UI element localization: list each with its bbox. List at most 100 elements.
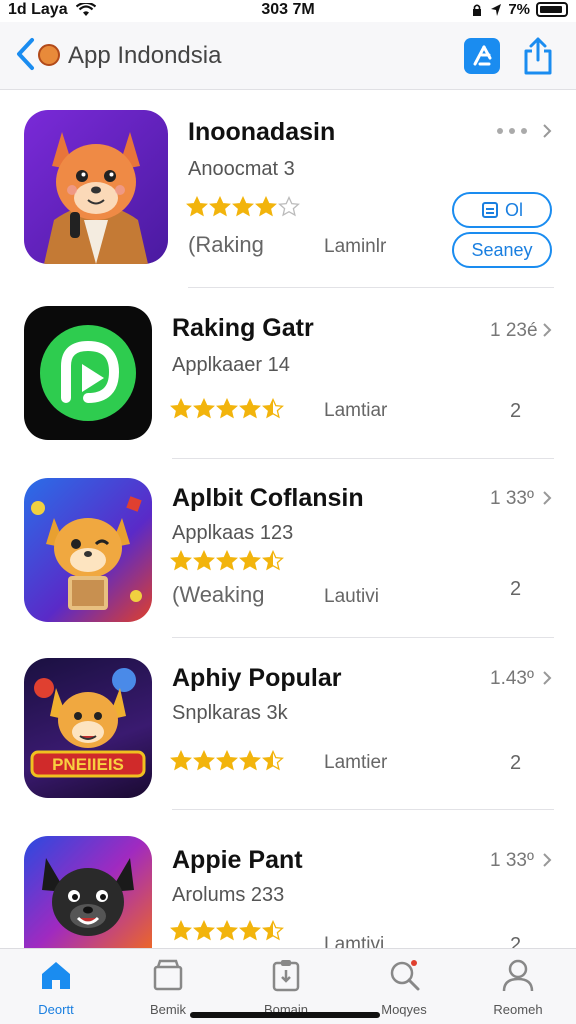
app-name: Aphiy Popular xyxy=(172,664,342,692)
app-icon xyxy=(24,836,152,956)
app-name: Appie Pant xyxy=(172,846,303,874)
star-rating xyxy=(186,196,300,218)
location-icon xyxy=(491,3,502,16)
app-row[interactable]: Inoonadasin Anoocmat 3 (Raking Laminlr O… xyxy=(0,92,576,288)
star-icon xyxy=(209,196,231,217)
right-value: 1.43º xyxy=(490,668,534,689)
meta-label: Lamtiar xyxy=(324,400,388,421)
star-icon xyxy=(170,750,192,771)
star-icon xyxy=(239,750,261,771)
green-play-logo-icon xyxy=(40,325,136,421)
chevron-right-icon xyxy=(543,124,552,138)
secondary-button[interactable]: Seaney xyxy=(452,232,552,268)
star-icon xyxy=(170,398,192,419)
star-icon xyxy=(239,920,261,941)
app-row[interactable]: Raking Gatr Applkaaer 14 Lamtiar 1 23é 2 xyxy=(0,288,576,462)
star-icon xyxy=(239,398,261,419)
home-indicator xyxy=(190,1012,380,1018)
more-dots-icon[interactable] xyxy=(496,126,536,136)
meta-label: Lautivi xyxy=(324,586,379,607)
home-icon xyxy=(42,962,70,989)
star-icon xyxy=(232,196,254,217)
app-icon xyxy=(24,306,152,440)
status-right: 7% xyxy=(470,1,568,18)
chevron-right-icon xyxy=(543,853,552,867)
rank-label: (Raking xyxy=(188,232,264,257)
app-subtitle: Anoocmat 3 xyxy=(188,158,295,180)
right-value: 1 33º xyxy=(490,488,534,509)
star-icon xyxy=(262,550,284,571)
get-button-label: Ol xyxy=(505,199,523,220)
popular-game-mascot-icon: PNEIIEIS xyxy=(30,668,146,778)
star-icon xyxy=(278,196,300,217)
star-icon xyxy=(262,398,284,419)
app-subtitle: Applkaaer 14 xyxy=(172,354,290,376)
share-icon[interactable] xyxy=(522,36,554,76)
battery-percent: 7% xyxy=(508,1,530,18)
star-icon xyxy=(262,750,284,771)
meta-label: Lamtier xyxy=(324,752,388,773)
chevron-right-icon xyxy=(543,323,552,337)
tab-label: Reomeh xyxy=(493,1002,543,1017)
app-subtitle: Arolums 233 xyxy=(172,884,285,906)
chevron-right-icon xyxy=(543,491,552,505)
fox-mascot-icon xyxy=(44,132,148,264)
store-icon xyxy=(153,959,183,991)
app-icon xyxy=(24,110,168,264)
star-icon xyxy=(216,920,238,941)
nav-avatar-icon xyxy=(38,44,60,66)
app-row[interactable]: PNEIIEIS Aphiy Popular Snplkaras 3k Lamt… xyxy=(0,638,576,812)
star-rating xyxy=(170,550,284,572)
star-icon xyxy=(193,750,215,771)
row-divider xyxy=(172,809,554,810)
app-icon: PNEIIEIS xyxy=(24,658,152,798)
download-box-icon xyxy=(482,202,498,218)
star-rating xyxy=(170,398,284,420)
app-name: Raking Gatr xyxy=(172,314,314,342)
app-name: Aplbit Coflansin xyxy=(172,484,364,512)
star-rating xyxy=(170,750,284,772)
dog-game-mascot-icon xyxy=(31,496,142,610)
chevron-right-icon xyxy=(543,671,552,685)
meta-label: Laminlr xyxy=(324,236,387,257)
rank-label: (Weaking xyxy=(172,582,265,607)
row-divider xyxy=(172,458,554,459)
right-value: 1 23é xyxy=(490,320,538,341)
app-row[interactable] xyxy=(0,812,576,956)
get-button[interactable]: Ol xyxy=(452,192,552,228)
tab-label: Deortt xyxy=(38,1002,74,1017)
navigation-bar: App Indondsia xyxy=(0,22,576,90)
star-icon xyxy=(170,550,192,571)
app-icon xyxy=(24,478,152,622)
star-icon xyxy=(262,920,284,941)
person-icon xyxy=(502,959,534,992)
tab-discover[interactable]: Deortt xyxy=(6,957,106,1021)
back-chevron-icon[interactable] xyxy=(14,36,38,72)
right-count: 2 xyxy=(510,578,522,600)
app-name: Inoonadasin xyxy=(188,118,336,146)
clipboard-icon xyxy=(272,960,300,992)
star-icon xyxy=(186,196,208,217)
right-count: 2 xyxy=(510,752,522,774)
app-store-icon xyxy=(473,45,492,66)
tab-profile[interactable]: Reomeh xyxy=(468,957,568,1021)
star-icon xyxy=(216,750,238,771)
star-icon xyxy=(193,920,215,941)
star-icon xyxy=(216,550,238,571)
star-rating xyxy=(170,920,284,942)
right-value: 1 33º xyxy=(490,850,534,871)
black-dog-mascot-icon xyxy=(42,858,134,936)
right-count: 2 xyxy=(510,400,522,422)
app-row[interactable]: Aplbit Coflansin Applkaas 123 (Weaking L… xyxy=(0,462,576,638)
status-bar: 1d Laya 303 7M 7% xyxy=(0,0,576,22)
battery-icon xyxy=(536,2,568,17)
secondary-button-label: Seaney xyxy=(471,239,533,260)
page-title: App Indondsia xyxy=(68,42,222,69)
star-icon xyxy=(193,398,215,419)
app-subtitle: Applkaas 123 xyxy=(172,522,294,544)
star-icon xyxy=(239,550,261,571)
star-icon xyxy=(193,550,215,571)
app-store-button[interactable] xyxy=(464,38,500,74)
search-icon xyxy=(390,960,420,991)
lock-rotation-icon xyxy=(473,3,482,16)
